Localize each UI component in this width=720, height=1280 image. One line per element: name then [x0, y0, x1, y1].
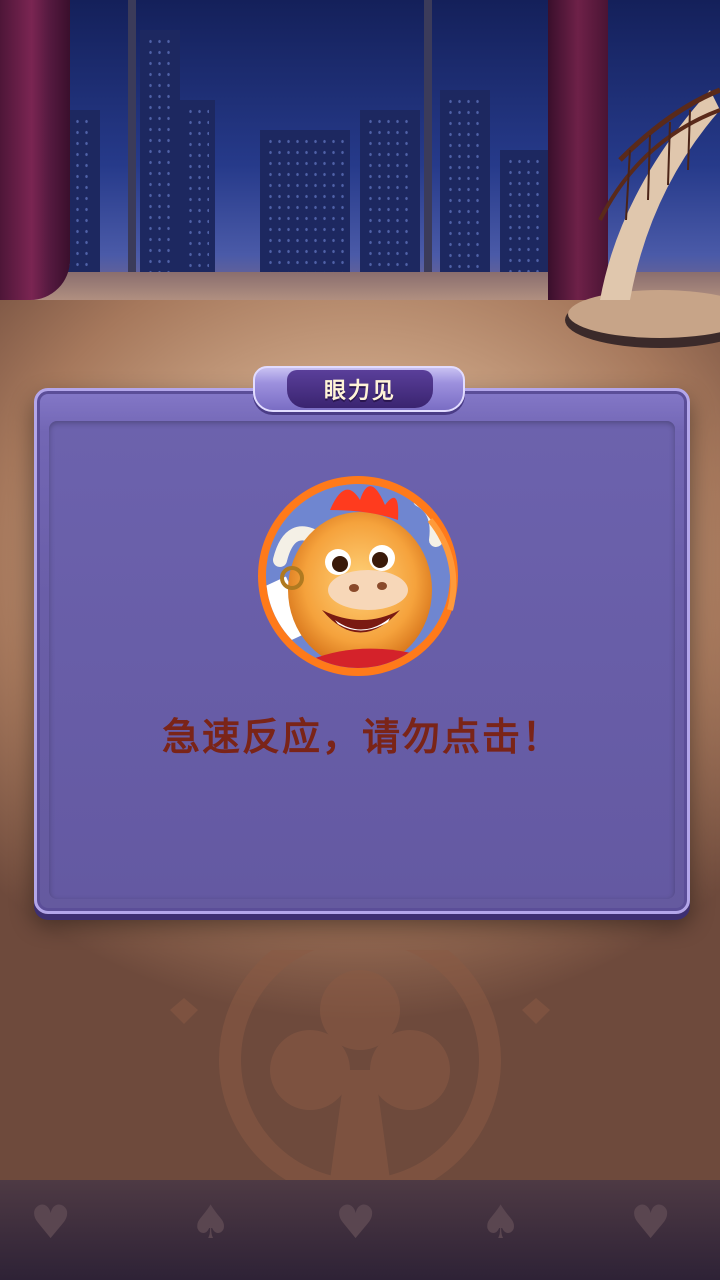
dialog-title-plate: 眼力见: [287, 370, 433, 408]
city-building: [440, 90, 490, 280]
city-building: [500, 150, 550, 280]
heart-icon: ♥: [30, 1195, 72, 1249]
curtain-left: [0, 0, 70, 300]
spade-icon: ♠: [190, 1195, 232, 1249]
dialog-title: 眼力见: [323, 379, 396, 404]
city-building: [180, 100, 215, 280]
spiral-staircase: [565, 87, 720, 348]
window-frame: [424, 0, 432, 290]
cartoon-bull-avatar-icon: [258, 476, 458, 676]
heart-icon: ♥: [630, 1195, 672, 1249]
spade-icon: ♠: [480, 1195, 522, 1249]
window-frame: [128, 0, 136, 290]
dialog-message: 急速反应，请勿点击！: [161, 715, 562, 759]
heart-icon: ♥: [335, 1195, 377, 1249]
city-building: [260, 130, 350, 280]
city-building: [140, 30, 180, 280]
club-suit-ornament-icon: [170, 950, 550, 1180]
city-building: [360, 110, 420, 280]
